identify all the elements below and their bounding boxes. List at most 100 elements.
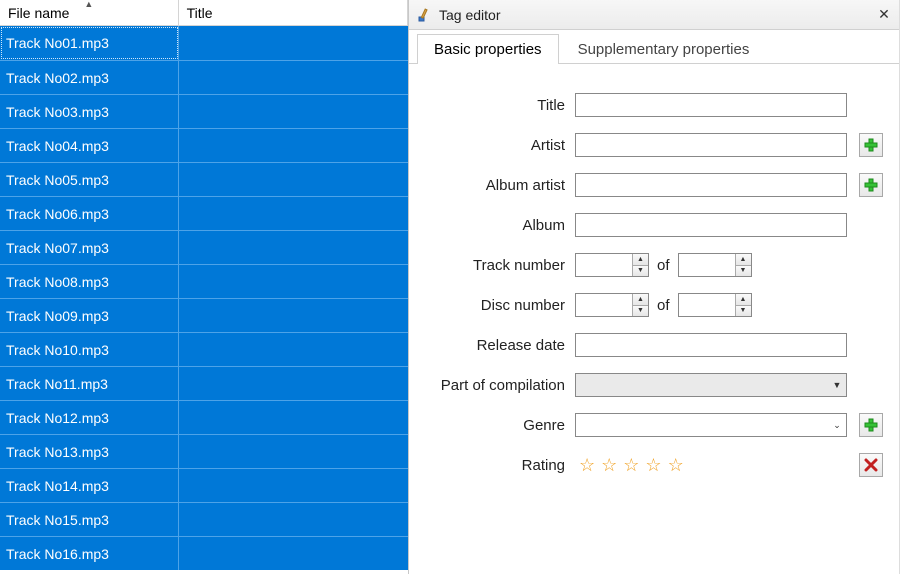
album-artist-input[interactable]	[575, 173, 847, 197]
file-row-filename: Track No08.mp3	[0, 265, 179, 298]
file-row[interactable]: Track No07.mp3	[0, 230, 408, 264]
tag-editor-titlebar: Tag editor ✕	[409, 0, 899, 30]
file-row-filename: Track No05.mp3	[0, 163, 179, 196]
tag-editor-title: Tag editor	[439, 7, 875, 23]
of-label: of	[657, 297, 670, 314]
star-icon[interactable]: ☆	[601, 455, 617, 476]
file-row-filename: Track No02.mp3	[0, 61, 179, 94]
column-header-title[interactable]: Title	[179, 0, 408, 25]
file-row[interactable]: Track No03.mp3	[0, 94, 408, 128]
file-row-title	[179, 401, 408, 434]
file-row-filename: Track No04.mp3	[0, 129, 179, 162]
title-input[interactable]	[575, 93, 847, 117]
rating-stars[interactable]: ☆ ☆ ☆ ☆ ☆	[575, 455, 684, 476]
file-list-header: File name ▲ Title	[0, 0, 408, 26]
tag-editor-pane: Tag editor ✕ Basic properties Supplement…	[409, 0, 899, 574]
spin-up-icon[interactable]: ▲	[735, 254, 751, 266]
file-row-title	[179, 197, 408, 230]
sort-ascending-icon: ▲	[84, 0, 93, 9]
column-header-title-label: Title	[187, 5, 213, 21]
file-row-title	[179, 503, 408, 536]
file-list-body: Track No01.mp3Track No02.mp3Track No03.m…	[0, 26, 408, 574]
release-date-input[interactable]	[575, 333, 847, 357]
spin-up-icon[interactable]: ▲	[735, 294, 751, 306]
disc-total-input[interactable]	[679, 294, 735, 316]
file-row[interactable]: Track No11.mp3	[0, 366, 408, 400]
file-row[interactable]: Track No16.mp3	[0, 536, 408, 570]
track-number-input[interactable]	[576, 254, 632, 276]
file-row[interactable]: Track No10.mp3	[0, 332, 408, 366]
file-row-filename: Track No03.mp3	[0, 95, 179, 128]
file-row-title	[179, 469, 408, 502]
file-row-filename: Track No09.mp3	[0, 299, 179, 332]
album-input[interactable]	[575, 213, 847, 237]
of-label: of	[657, 257, 670, 274]
file-row[interactable]: Track No05.mp3	[0, 162, 408, 196]
album-artist-label: Album artist	[425, 177, 575, 194]
artist-label: Artist	[425, 137, 575, 154]
file-row[interactable]: Track No14.mp3	[0, 468, 408, 502]
tab-supplementary-properties[interactable]: Supplementary properties	[561, 34, 767, 64]
column-header-filename-label: File name	[8, 5, 69, 21]
close-button[interactable]: ✕	[875, 6, 893, 24]
star-icon[interactable]: ☆	[579, 455, 595, 476]
spin-down-icon[interactable]: ▼	[735, 306, 751, 317]
tab-label: Basic properties	[434, 41, 542, 58]
add-album-artist-button[interactable]	[859, 173, 883, 197]
file-row[interactable]: Track No09.mp3	[0, 298, 408, 332]
close-icon: ✕	[878, 6, 890, 23]
spin-down-icon[interactable]: ▼	[632, 306, 648, 317]
file-row[interactable]: Track No02.mp3	[0, 60, 408, 94]
release-date-label: Release date	[425, 337, 575, 354]
file-row-title	[179, 537, 408, 570]
tab-basic-properties[interactable]: Basic properties	[417, 34, 559, 64]
disc-total-stepper[interactable]: ▲ ▼	[678, 293, 752, 317]
star-icon[interactable]: ☆	[645, 455, 661, 476]
star-icon[interactable]: ☆	[668, 455, 684, 476]
rating-label: Rating	[425, 457, 575, 474]
track-number-stepper[interactable]: ▲ ▼	[575, 253, 649, 277]
file-row[interactable]: Track No04.mp3	[0, 128, 408, 162]
file-row-title	[179, 333, 408, 366]
plus-icon	[864, 138, 878, 152]
album-label: Album	[425, 217, 575, 234]
file-row-filename: Track No01.mp3	[0, 26, 179, 60]
compilation-label: Part of compilation	[425, 377, 575, 394]
track-total-input[interactable]	[679, 254, 735, 276]
disc-number-stepper[interactable]: ▲ ▼	[575, 293, 649, 317]
file-row[interactable]: Track No13.mp3	[0, 434, 408, 468]
spin-up-icon[interactable]: ▲	[632, 294, 648, 306]
artist-input[interactable]	[575, 133, 847, 157]
file-row-title	[179, 163, 408, 196]
track-number-label: Track number	[425, 257, 575, 274]
column-header-filename[interactable]: File name ▲	[0, 0, 179, 25]
spin-up-icon[interactable]: ▲	[632, 254, 648, 266]
file-row-filename: Track No14.mp3	[0, 469, 179, 502]
title-label: Title	[425, 97, 575, 114]
genre-label: Genre	[425, 417, 575, 434]
genre-dropdown[interactable]: ⌄	[575, 413, 847, 437]
clear-rating-button[interactable]	[859, 453, 883, 477]
file-row[interactable]: Track No12.mp3	[0, 400, 408, 434]
file-row-title	[179, 61, 408, 94]
file-row[interactable]: Track No01.mp3	[0, 26, 408, 60]
spin-down-icon[interactable]: ▼	[632, 266, 648, 277]
delete-icon	[864, 458, 878, 472]
star-icon[interactable]: ☆	[623, 455, 639, 476]
add-genre-button[interactable]	[859, 413, 883, 437]
compilation-dropdown[interactable]: ▼	[575, 373, 847, 397]
add-artist-button[interactable]	[859, 133, 883, 157]
file-row[interactable]: Track No15.mp3	[0, 502, 408, 536]
file-row-filename: Track No10.mp3	[0, 333, 179, 366]
file-row-filename: Track No11.mp3	[0, 367, 179, 400]
file-row[interactable]: Track No06.mp3	[0, 196, 408, 230]
file-row-title	[179, 299, 408, 332]
spin-down-icon[interactable]: ▼	[735, 266, 751, 277]
tab-strip: Basic properties Supplementary propertie…	[409, 30, 899, 64]
file-row[interactable]: Track No08.mp3	[0, 264, 408, 298]
file-row-filename: Track No16.mp3	[0, 537, 179, 570]
disc-number-input[interactable]	[576, 294, 632, 316]
file-row-filename: Track No07.mp3	[0, 231, 179, 264]
file-row-title	[179, 26, 408, 60]
track-total-stepper[interactable]: ▲ ▼	[678, 253, 752, 277]
